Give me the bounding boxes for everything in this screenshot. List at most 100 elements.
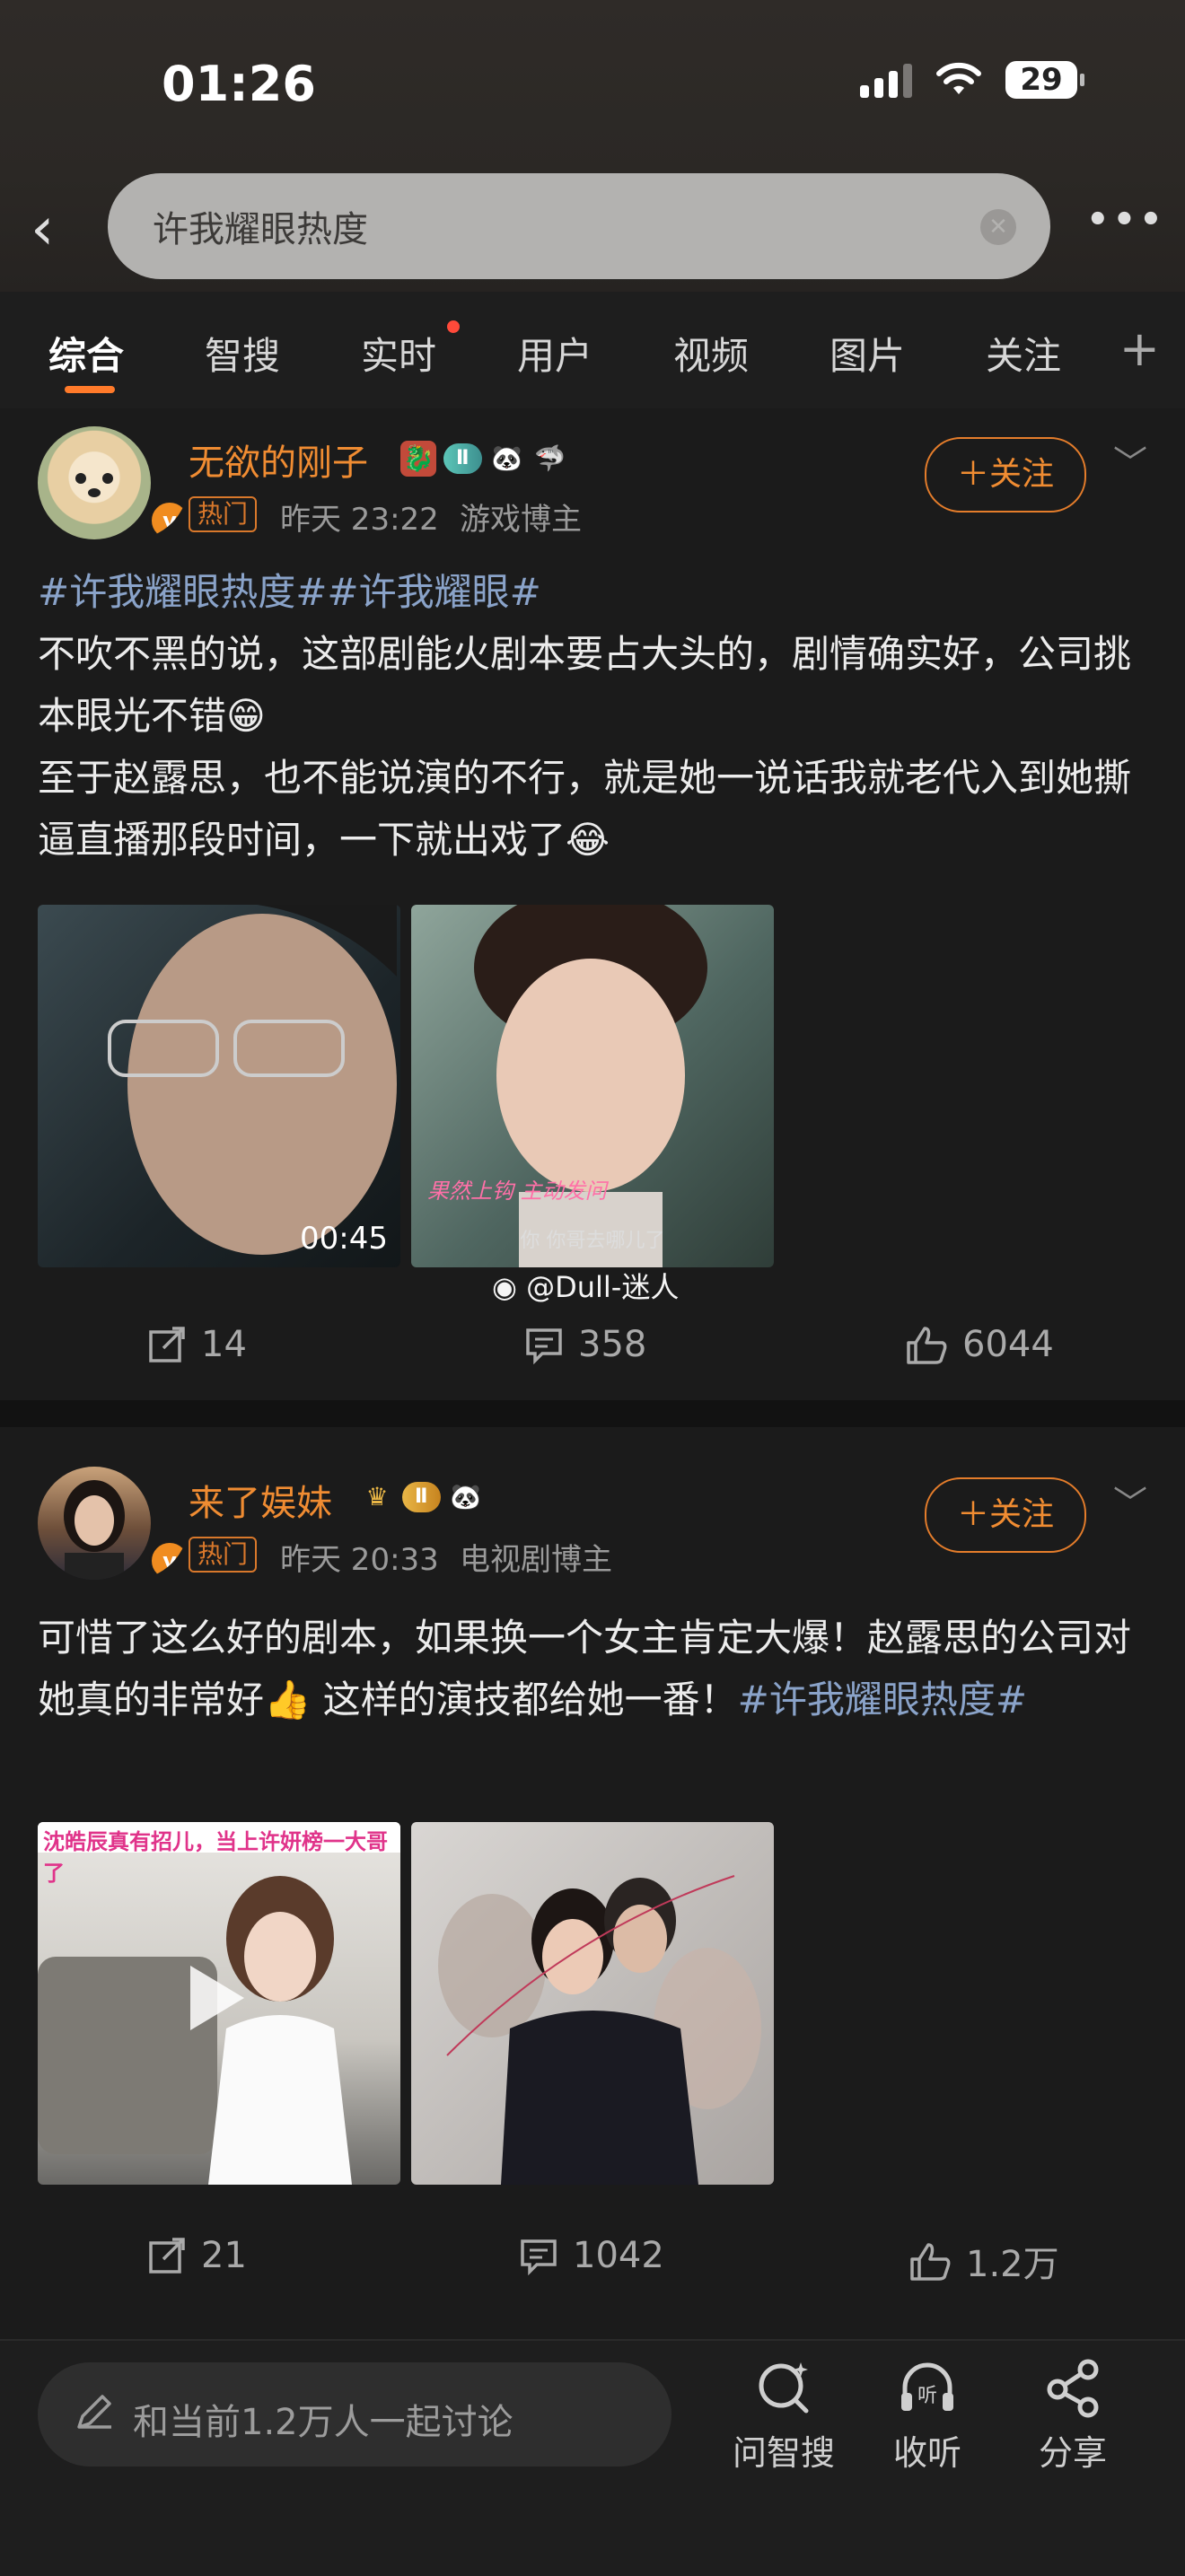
repost-count: 14 (201, 1324, 247, 1365)
tab-综合[interactable]: 综合 (48, 326, 124, 381)
post-time: 昨天 23:22 (280, 502, 439, 538)
share-label: 分享 (1038, 2433, 1107, 2473)
follow-button[interactable]: ＋关注 (925, 437, 1086, 513)
post-text[interactable]: 可惜了这么好的剧本，如果换一个女主肯定大爆！赵露思的公司对她真的非常好👍 这样的… (38, 1607, 1147, 1730)
repost-icon (149, 1327, 185, 1362)
tab-active-indicator (65, 386, 115, 393)
weibo-watermark: ◉ @Dull-迷人 (492, 1265, 679, 1306)
comment-count: 358 (578, 1324, 647, 1365)
post-text-tail: 这样的演技都给她一番！ (311, 1678, 738, 1722)
post-text-line: 不吹不黑的说，这部剧能火剧本要占大头的，剧情确实好，公司挑本眼光不错 (38, 632, 1132, 738)
crown-badge-icon: ♛ (365, 1482, 389, 1511)
username[interactable]: 来了娱妹 (189, 1474, 332, 1526)
grin-emoji-icon: 😁 (226, 694, 266, 738)
thumbs-up-icon (910, 2243, 951, 2281)
level-badge: Ⅱ (443, 443, 482, 474)
shark-badge-icon: 🦈 (534, 443, 566, 473)
topic-link[interactable]: #许我耀眼热度# (738, 1678, 1027, 1722)
tab-视频[interactable]: 视频 (673, 326, 749, 381)
image-thumbnail[interactable] (411, 1822, 774, 2185)
comment-count: 1042 (573, 2235, 664, 2276)
panda-badge-icon: 🐼 (491, 443, 522, 473)
ask-smart-search-button[interactable]: 问智搜 (725, 2357, 842, 2475)
hot-tag: 热门 (189, 1537, 258, 1573)
like-count: 6044 (962, 1324, 1054, 1365)
chevron-down-icon[interactable]: ﹀ (1113, 1476, 1147, 1525)
topic-link[interactable]: #许我耀眼热度##许我耀眼# (38, 561, 1147, 623)
repost-button[interactable]: 21 (147, 2235, 247, 2276)
post-actions: 21 1042 1.2万 (0, 2235, 1185, 2334)
battery-icon: 29 (1005, 61, 1084, 99)
search-query: 许我耀眼热度 (153, 209, 368, 250)
clear-icon[interactable]: ✕ (980, 209, 1016, 245)
video-duration: 00:45 (300, 1221, 388, 1257)
video-thumbnail[interactable]: 沈皓辰真有招儿，当上许妍榜一大哥了 (38, 1822, 400, 2185)
discussion-input[interactable]: 和当前1.2万人一起讨论 (38, 2362, 672, 2466)
image-subtitle: 你 你哥去哪儿了 (520, 1230, 665, 1252)
post-card: v 来了娱妹 ♛ Ⅱ 🐼 热门 昨天 20:33 电视剧博主 ＋关注 ﹀ 可惜了… (0, 1427, 1185, 2325)
follow-button[interactable]: ＋关注 (925, 1477, 1086, 1553)
thumbs-up-icon (907, 1327, 947, 1364)
tab-bar: 综合 智搜 实时 用户 视频 图片 关注 + (0, 292, 1185, 408)
image-caption: 果然上钩 主动发问 (427, 1178, 607, 1204)
drama-poster-image (438, 1875, 761, 2185)
more-icon[interactable]: ••• (1086, 199, 1166, 241)
video-thumbnail[interactable]: 00:45 (38, 905, 400, 1267)
tab-智搜[interactable]: 智搜 (205, 326, 280, 381)
listen-button[interactable]: 听 收听 (869, 2357, 986, 2475)
status-time: 01:26 (162, 56, 316, 112)
hot-tag: 热门 (189, 496, 258, 532)
status-icons: 29 (860, 61, 1084, 99)
post-divider (0, 1400, 1185, 1427)
svg-text:听: 听 (917, 2385, 937, 2407)
user-badges: ♛ Ⅱ 🐼 (359, 1479, 484, 1515)
signal-icon (860, 62, 912, 98)
new-dot-badge (447, 320, 460, 333)
like-button[interactable]: 6044 (905, 1324, 1054, 1365)
tab-图片[interactable]: 图片 (830, 326, 905, 381)
avatar[interactable]: v (38, 1467, 189, 1583)
watermark-text: @Dull-迷人 (526, 1270, 680, 1304)
user-role: 游戏博主 (460, 502, 582, 538)
chevron-down-icon[interactable]: ﹀ (1113, 435, 1147, 485)
comment-button[interactable]: 1042 (519, 2235, 664, 2276)
level-badge: Ⅱ (402, 1482, 441, 1512)
play-icon[interactable] (190, 1966, 244, 2030)
search-input[interactable]: 许我耀眼热度 ✕ (108, 173, 1050, 279)
wifi-icon (936, 62, 981, 94)
like-count: 1.2万 (966, 2244, 1059, 2285)
verified-icon: v (149, 1540, 189, 1580)
tab-用户[interactable]: 用户 (517, 326, 592, 381)
add-tab-icon[interactable]: + (1119, 320, 1160, 377)
pencil-icon (77, 2395, 111, 2429)
comment-icon (526, 1328, 562, 1364)
bottom-bar: 和当前1.2万人一起讨论 问智搜 听 收听 分享 (0, 2339, 1185, 2576)
post-text[interactable]: #许我耀眼热度##许我耀眼# 不吹不黑的说，这部剧能火剧本要占大头的，剧情确实好… (38, 561, 1147, 871)
like-button[interactable]: 1.2万 (908, 2235, 1059, 2287)
weibo-logo-icon: ◉ (492, 1270, 517, 1304)
user-badges: 🐉 Ⅱ 🐼 🦈 (400, 441, 568, 477)
share-button[interactable]: 分享 (1014, 2357, 1131, 2475)
user-role: 电视剧博主 (460, 1542, 612, 1578)
tab-实时[interactable]: 实时 (361, 326, 436, 381)
headphones-icon: 听 (901, 2362, 953, 2411)
smart-search-icon (759, 2362, 809, 2414)
post-card: v 无欲的刚子 🐉 Ⅱ 🐼 🦈 热门 昨天 23:22 游戏博主 ＋关注 ﹀ #… (0, 408, 1185, 1400)
repost-count: 21 (201, 2235, 247, 2276)
image-thumbnail[interactable]: 果然上钩 主动发问 你 你哥去哪儿了 (411, 905, 774, 1267)
discussion-placeholder: 和当前1.2万人一起讨论 (133, 2402, 514, 2443)
laugh-emoji-icon: 😂 (566, 818, 610, 862)
comment-button[interactable]: 358 (524, 1324, 646, 1365)
video-banner: 沈皓辰真有招儿，当上许妍榜一大哥了 (43, 1829, 388, 1886)
listen-label: 收听 (892, 2433, 961, 2473)
username[interactable]: 无欲的刚子 (189, 434, 368, 486)
share-icon (1047, 2359, 1099, 2418)
ask-smart-search-label: 问智搜 (732, 2433, 835, 2473)
back-arrow-icon[interactable]: ‹ (31, 199, 54, 258)
post-time: 昨天 20:33 (280, 1542, 439, 1578)
avatar[interactable]: v (38, 426, 189, 543)
comment-icon (521, 2239, 557, 2275)
tab-关注[interactable]: 关注 (986, 326, 1061, 381)
panda-badge-icon: 🐼 (450, 1482, 481, 1511)
repost-button[interactable]: 14 (147, 1324, 247, 1365)
